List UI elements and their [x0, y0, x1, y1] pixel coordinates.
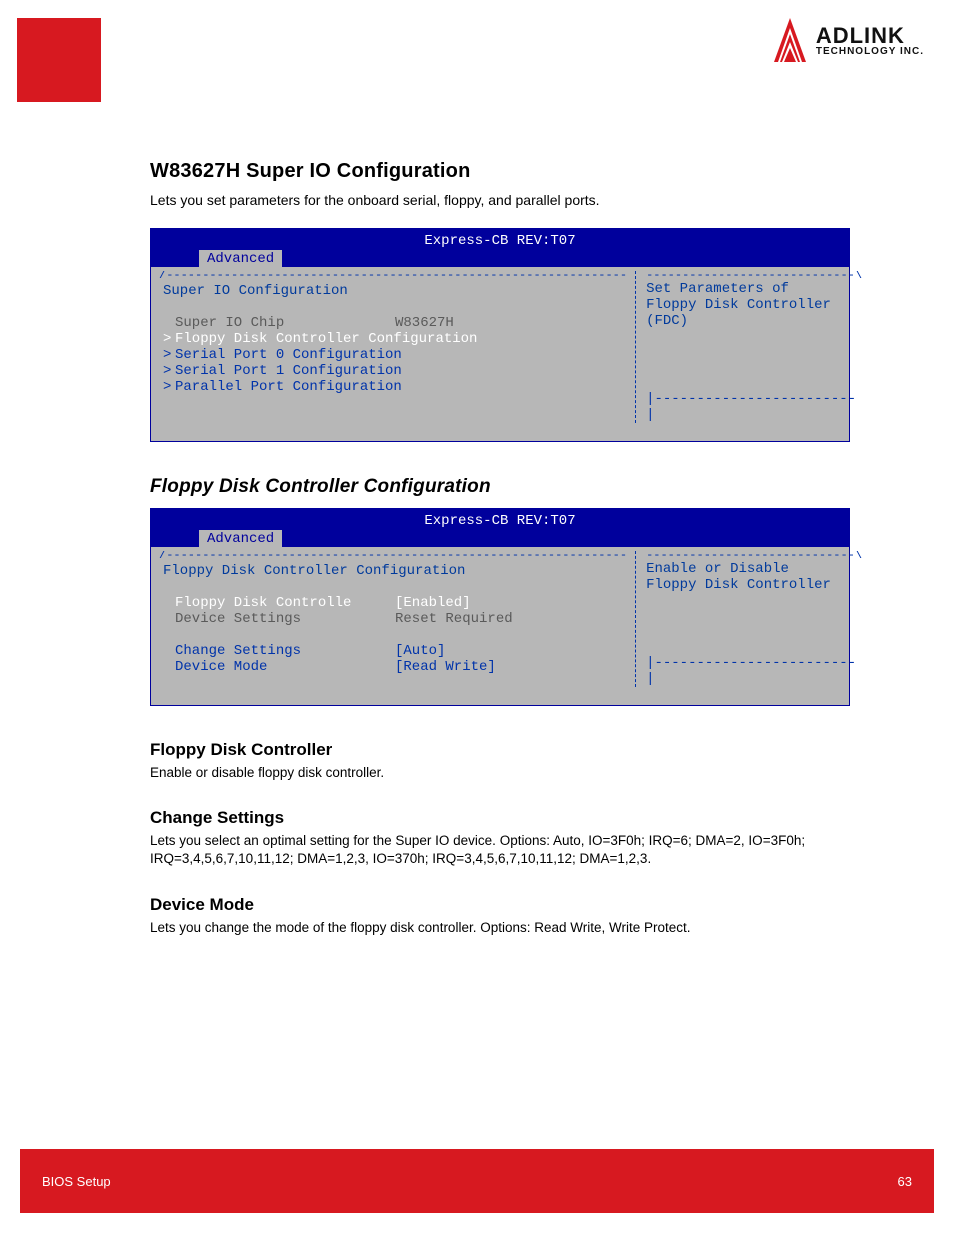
bios-screen-fdc: Express-CB REV:T07 Advanced /-----------… [150, 508, 850, 706]
footer-section-label: BIOS Setup [42, 1174, 111, 1189]
bios-panel-heading: Super IO Configuration [163, 283, 627, 299]
footer-page-number: 63 [898, 1174, 912, 1189]
page-content: W83627H Super IO Configuration Lets you … [150, 160, 850, 937]
bios-tab-advanced[interactable]: Advanced [199, 530, 282, 547]
brand-logo: ADLINK TECHNOLOGY INC. [772, 18, 924, 64]
section-title: W83627H Super IO Configuration [150, 160, 850, 183]
logo-text-main: ADLINK [816, 25, 924, 47]
bios-border: -----------------------------\ [646, 271, 862, 279]
bios-row-change-settings[interactable]: Change Settings [Auto] [159, 643, 627, 659]
page-footer: BIOS Setup 63 [20, 1149, 934, 1213]
heading-device-mode: Device Mode [150, 895, 850, 915]
bios-help-divider: |------------------------| [646, 653, 862, 687]
bios-screen-superio: Express-CB REV:T07 Advanced /-----------… [150, 228, 850, 442]
bios-panel-heading: Floppy Disk Controller Configuration [163, 563, 627, 579]
bios-row-device-settings: Device Settings Reset Required [159, 611, 627, 627]
logo-text-sub: TECHNOLOGY INC. [816, 47, 924, 57]
bios-row-serial1[interactable]: > Serial Port 1 Configuration [159, 363, 627, 379]
subsection-title: Floppy Disk Controller Configuration [150, 476, 850, 498]
bios-title: Express-CB REV:T07 [151, 511, 849, 529]
bios-row-serial0[interactable]: > Serial Port 0 Configuration [159, 347, 627, 363]
bios-border: /---------------------------------------… [159, 551, 627, 559]
bios-border: -----------------------------\ [646, 551, 862, 559]
bios-help-text: Set Parameters of Floppy Disk Controller… [646, 279, 862, 329]
bios-row-parallel[interactable]: > Parallel Port Configuration [159, 379, 627, 395]
bios-row-device-mode[interactable]: Device Mode [Read Write] [159, 659, 627, 675]
bios-help-divider: |------------------------| [646, 389, 862, 423]
header-red-block [17, 18, 101, 102]
bios-row-fdc-config[interactable]: > Floppy Disk Controller Configuration [159, 331, 627, 347]
bios-row-chip: Super IO Chip W83627H [159, 315, 627, 331]
heading-change-settings: Change Settings [150, 808, 850, 828]
bios-divider [635, 271, 636, 423]
bios-divider [635, 551, 636, 687]
bios-titlebar: Express-CB REV:T07 Advanced [151, 229, 849, 267]
paragraph-change-settings: Lets you select an optimal setting for t… [150, 832, 850, 868]
bios-titlebar: Express-CB REV:T07 Advanced [151, 509, 849, 547]
bios-border: /---------------------------------------… [159, 271, 627, 279]
adlink-logo-icon [772, 18, 808, 64]
heading-fdc: Floppy Disk Controller [150, 740, 850, 760]
bios-row-spacer [159, 627, 627, 643]
bios-title: Express-CB REV:T07 [151, 231, 849, 249]
paragraph-device-mode: Lets you change the mode of the floppy d… [150, 919, 850, 937]
bios-help-text: Enable or Disable Floppy Disk Controller [646, 559, 862, 593]
bios-row-fdc-enable[interactable]: Floppy Disk Controlle [Enabled] [159, 595, 627, 611]
paragraph-fdc: Enable or disable floppy disk controller… [150, 764, 850, 782]
bios-tab-advanced[interactable]: Advanced [199, 250, 282, 267]
section-body: Lets you set parameters for the onboard … [150, 191, 850, 210]
